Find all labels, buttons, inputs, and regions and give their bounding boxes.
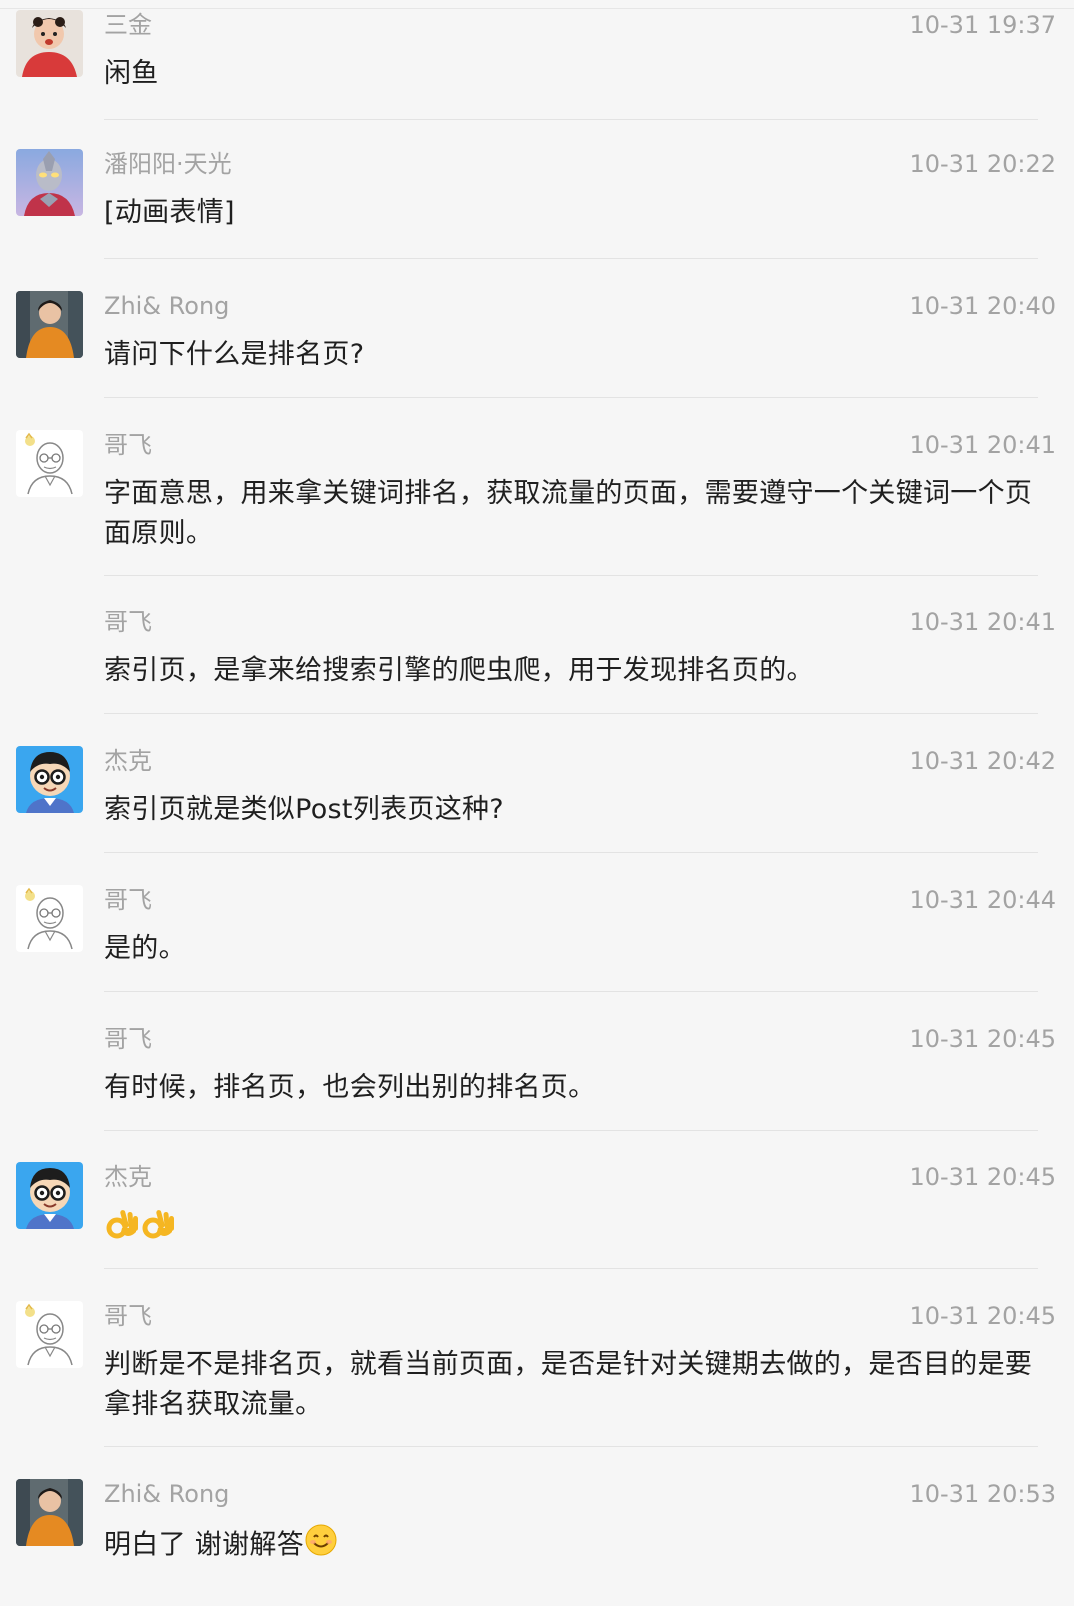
sender-name[interactable]: 三金 xyxy=(104,10,152,40)
avatar-sketch-man[interactable] xyxy=(16,430,83,497)
smile-emoji xyxy=(304,1523,338,1569)
avatar-girl-red[interactable] xyxy=(16,10,83,77)
message-divider xyxy=(104,1446,1038,1447)
message-time: 10-31 20:41 xyxy=(909,431,1056,459)
message-text: 判断是不是排名页，就看当前页面，是否是针对关键期去做的，是否目的是要拿排名获取流… xyxy=(104,1349,1033,1420)
message-time: 10-31 20:41 xyxy=(909,608,1056,636)
message-time: 10-31 20:45 xyxy=(909,1025,1056,1053)
ok-hand-emoji xyxy=(140,1206,176,1254)
sender-name[interactable]: 哥飞 xyxy=(104,607,152,637)
message-divider xyxy=(104,852,1038,853)
sender-name[interactable]: 哥飞 xyxy=(104,430,152,460)
message-divider xyxy=(104,713,1038,714)
message-time: 10-31 20:22 xyxy=(909,150,1056,178)
sender-name[interactable]: 哥飞 xyxy=(104,1301,152,1331)
message-text: [动画表情] xyxy=(104,197,235,228)
message-divider xyxy=(104,991,1038,992)
message-time: 10-31 20:45 xyxy=(909,1302,1056,1330)
avatar-ultraman[interactable] xyxy=(16,149,83,216)
message-time: 10-31 20:40 xyxy=(909,292,1056,320)
message-text: 明白了 谢谢解答 xyxy=(104,1523,1056,1569)
avatar-cartoon-glasses[interactable] xyxy=(16,1162,83,1229)
message-text: 字面意思，用来拿关键词排名，获取流量的页面，需要遵守一个关键词一个页面原则。 xyxy=(104,478,1033,549)
message-divider xyxy=(104,119,1038,120)
message-text: 是的。 xyxy=(104,933,186,964)
message-divider xyxy=(104,575,1038,576)
sender-name[interactable]: Zhi& Rong xyxy=(104,291,229,321)
message-time: 10-31 19:37 xyxy=(909,11,1056,39)
message-text: 有时候，排名页，也会列出别的排名页。 xyxy=(104,1072,596,1103)
avatar-cartoon-glasses[interactable] xyxy=(16,746,83,813)
avatar-sketch-man[interactable] xyxy=(16,885,83,952)
avatar-sketch-man[interactable] xyxy=(16,1301,83,1368)
message-time: 10-31 20:44 xyxy=(909,886,1056,914)
sender-name[interactable]: 潘阳阳·天光 xyxy=(104,149,232,179)
sender-name[interactable]: 杰克 xyxy=(104,1162,152,1192)
sender-name[interactable]: 哥飞 xyxy=(104,885,152,915)
message-time: 10-31 20:53 xyxy=(909,1480,1056,1508)
avatar-woman-orange[interactable] xyxy=(16,291,83,358)
avatar-woman-orange[interactable] xyxy=(16,1479,83,1546)
sender-name[interactable]: Zhi& Rong xyxy=(104,1479,229,1509)
sender-name[interactable]: 杰克 xyxy=(104,746,152,776)
message-time: 10-31 20:45 xyxy=(909,1163,1056,1191)
sender-name[interactable]: 哥飞 xyxy=(104,1024,152,1054)
message-text xyxy=(104,1206,1056,1254)
top-divider xyxy=(0,8,1074,9)
message-text-content: 明白了 谢谢解答 xyxy=(104,1529,304,1561)
message-text: 闲鱼 xyxy=(104,58,159,89)
ok-hand-emoji xyxy=(104,1206,140,1254)
message-text: 请问下什么是排名页? xyxy=(104,339,365,370)
message-divider xyxy=(104,1268,1038,1269)
message-divider xyxy=(104,1130,1038,1131)
message-text: 索引页就是类似Post列表页这种? xyxy=(104,794,504,825)
message-divider xyxy=(104,258,1038,259)
message-time: 10-31 20:42 xyxy=(909,747,1056,775)
message-text: 索引页，是拿来给搜索引擎的爬虫爬，用于发现排名页的。 xyxy=(104,655,814,686)
message-divider xyxy=(104,397,1038,398)
